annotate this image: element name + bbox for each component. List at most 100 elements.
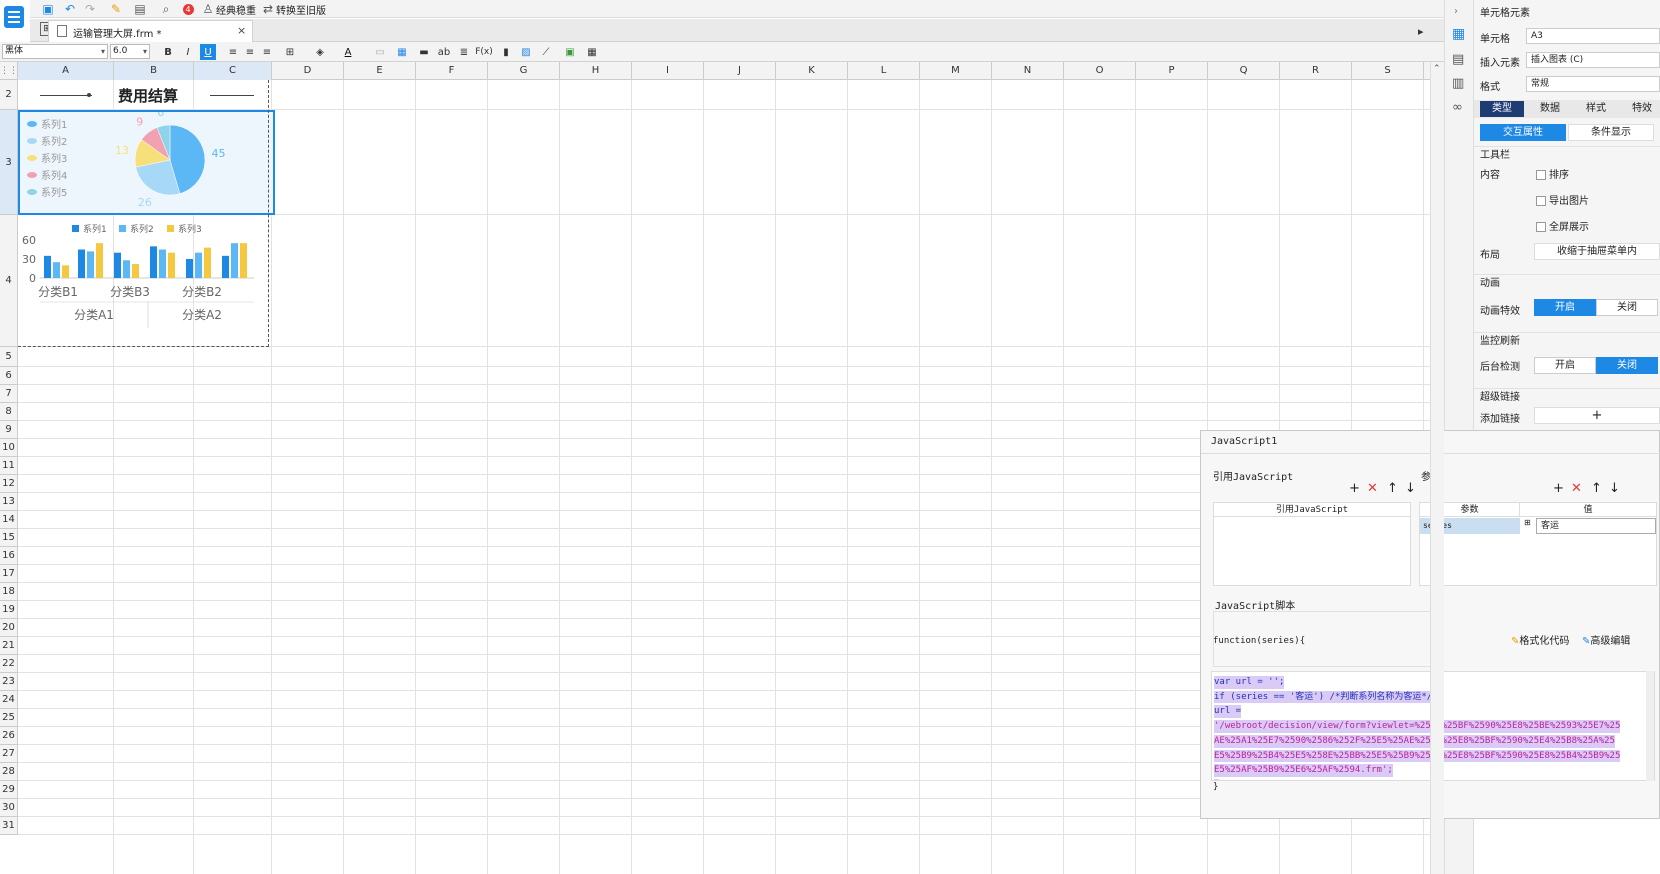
row-header-2[interactable]: 2 xyxy=(0,80,18,110)
grid-vertical-scrollbar[interactable]: ⌃ xyxy=(1430,62,1444,874)
row-header-12[interactable]: 12 xyxy=(0,475,18,493)
row-header-5[interactable]: 5 xyxy=(0,347,18,367)
row-header-24[interactable]: 24 xyxy=(0,691,18,709)
row-header-25[interactable]: 25 xyxy=(0,709,18,727)
column-header-n[interactable]: N xyxy=(992,62,1064,80)
hyperlink-section[interactable]: 超级链接 xyxy=(1474,388,1660,406)
param-down-icon[interactable]: ↓ xyxy=(1609,481,1620,496)
row-header-13[interactable]: 13 xyxy=(0,493,18,511)
insert-select[interactable]: 插入图表 (C) xyxy=(1526,52,1660,68)
undo-icon[interactable]: ↶ xyxy=(62,1,78,17)
row-header-22[interactable]: 22 xyxy=(0,655,18,673)
row-header-8[interactable]: 8 xyxy=(0,403,18,421)
notification-icon[interactable]: 4 xyxy=(180,1,196,17)
preview-icon[interactable]: ▤ xyxy=(132,1,148,17)
column-header-p[interactable]: P xyxy=(1136,62,1208,80)
column-header-s[interactable]: S xyxy=(1352,62,1424,80)
row-header-10[interactable]: 10 xyxy=(0,439,18,457)
row-header-15[interactable]: 15 xyxy=(0,529,18,547)
monitor-on-toggle[interactable]: 开启 xyxy=(1534,357,1596,374)
align-left-icon[interactable]: ≡ xyxy=(225,44,241,60)
tab-document[interactable]: 运输管理大屏.frm * × xyxy=(48,20,253,42)
column-header-f[interactable]: F xyxy=(416,62,488,80)
column-header-o[interactable]: O xyxy=(1064,62,1136,80)
column-header-r[interactable]: R xyxy=(1280,62,1352,80)
add-link-button[interactable]: + xyxy=(1534,407,1660,424)
convert-icon[interactable]: ⇄ xyxy=(260,1,276,17)
sort-checkbox[interactable] xyxy=(1536,170,1546,180)
close-tab-icon[interactable]: × xyxy=(237,24,246,37)
widget-icon[interactable]: ▣ xyxy=(562,44,578,60)
tab-type[interactable]: 类型 xyxy=(1480,101,1524,117)
cell-attribute-icon[interactable]: ▤ xyxy=(1452,52,1468,68)
row-header-4[interactable]: 4 xyxy=(0,215,18,347)
cell-element-icon[interactable]: ▦ xyxy=(1452,26,1468,42)
border-icon[interactable]: ⊞ xyxy=(282,44,298,60)
column-header-h[interactable]: H xyxy=(560,62,632,80)
slash-icon[interactable]: ⟋ xyxy=(538,44,554,60)
widget-attribute-icon[interactable]: ▥ xyxy=(1452,76,1468,92)
delete-icon[interactable]: ✕ xyxy=(1367,481,1378,496)
chart-icon[interactable]: ▮ xyxy=(498,44,514,60)
move-down-icon[interactable]: ↓ xyxy=(1405,481,1416,496)
search-icon[interactable]: ⌕ xyxy=(158,1,174,17)
column-header-a[interactable]: A xyxy=(18,62,114,80)
scroll-up-icon[interactable]: ⌃ xyxy=(1433,64,1441,74)
column-header-l[interactable]: L xyxy=(848,62,920,80)
pie-chart[interactable]: 系列1 系列2 系列3 系列4 系列5 45 26 13 9 6 xyxy=(22,112,272,212)
option-fullscreen[interactable]: 全屏展示 xyxy=(1536,218,1589,233)
column-header-i[interactable]: I xyxy=(632,62,704,80)
animation-on-toggle[interactable]: 开启 xyxy=(1534,299,1596,316)
row-header-18[interactable]: 18 xyxy=(0,583,18,601)
option-export-image[interactable]: 导出图片 xyxy=(1536,192,1589,207)
text-wrap-icon[interactable]: ≣ xyxy=(456,44,472,60)
row-header-30[interactable]: 30 xyxy=(0,799,18,817)
column-header-c[interactable]: C xyxy=(194,62,272,80)
row-header-28[interactable]: 28 xyxy=(0,763,18,781)
format-code-button[interactable]: ✎格式化代码 xyxy=(1511,632,1569,647)
param-up-icon[interactable]: ↑ xyxy=(1591,481,1602,496)
row-header-17[interactable]: 17 xyxy=(0,565,18,583)
tab-effect[interactable]: 特效 xyxy=(1620,101,1660,117)
column-header-g[interactable]: G xyxy=(488,62,560,80)
move-up-icon[interactable]: ↑ xyxy=(1387,481,1398,496)
formula-icon[interactable]: ⊞ xyxy=(1524,518,1534,532)
row-header-11[interactable]: 11 xyxy=(0,457,18,475)
font-family-select[interactable]: 黑体 ▾ xyxy=(2,44,108,59)
app-logo-icon[interactable] xyxy=(4,6,24,28)
advanced-edit-button[interactable]: ✎高级编辑 xyxy=(1582,632,1630,647)
add-icon[interactable]: + xyxy=(1349,481,1360,496)
subtab-conditional[interactable]: 条件显示 xyxy=(1568,124,1654,141)
menu-arrow-icon[interactable]: ▸ xyxy=(1418,25,1424,38)
theme-icon[interactable]: ♙ xyxy=(200,1,216,17)
column-header-q[interactable]: Q xyxy=(1208,62,1280,80)
row-header-26[interactable]: 26 xyxy=(0,727,18,745)
column-header-b[interactable]: B xyxy=(114,62,194,80)
param-value-input[interactable]: 客运 xyxy=(1536,518,1656,534)
column-header-j[interactable]: J xyxy=(704,62,776,80)
column-header-e[interactable]: E xyxy=(344,62,416,80)
subtab-interaction[interactable]: 交互属性 xyxy=(1480,124,1566,141)
monitor-off-toggle[interactable]: 关闭 xyxy=(1596,357,1658,374)
align-right-icon[interactable]: ≡ xyxy=(259,44,275,60)
select-all-icon[interactable]: ⋮⋮ xyxy=(0,62,18,80)
table-icon[interactable]: ▦ xyxy=(394,44,410,60)
format-select[interactable]: 常规 xyxy=(1526,76,1660,92)
layout-select[interactable]: 收缩于抽屉菜单内 xyxy=(1534,243,1660,260)
formula-button[interactable]: F(x) xyxy=(475,44,493,60)
monitor-section[interactable]: 监控刷新 xyxy=(1474,332,1660,350)
animation-off-toggle[interactable]: 关闭 xyxy=(1596,299,1658,316)
row-header-14[interactable]: 14 xyxy=(0,511,18,529)
fill-color-icon[interactable]: ◈ xyxy=(312,44,328,60)
row-header-20[interactable]: 20 xyxy=(0,619,18,637)
convert-old-version-button[interactable]: 转换至旧版 xyxy=(276,2,326,17)
row-header-3[interactable]: 3 xyxy=(0,110,18,215)
text-color-button[interactable]: A xyxy=(340,44,356,60)
italic-button[interactable]: I xyxy=(180,44,196,60)
image-icon[interactable]: ▨ xyxy=(518,44,534,60)
underline-button[interactable]: U xyxy=(200,44,216,60)
row-header-27[interactable]: 27 xyxy=(0,745,18,763)
animation-section[interactable]: 动画 xyxy=(1474,274,1660,292)
bold-button[interactable]: B xyxy=(160,44,176,60)
sub-report-icon[interactable]: ▦ xyxy=(584,44,600,60)
